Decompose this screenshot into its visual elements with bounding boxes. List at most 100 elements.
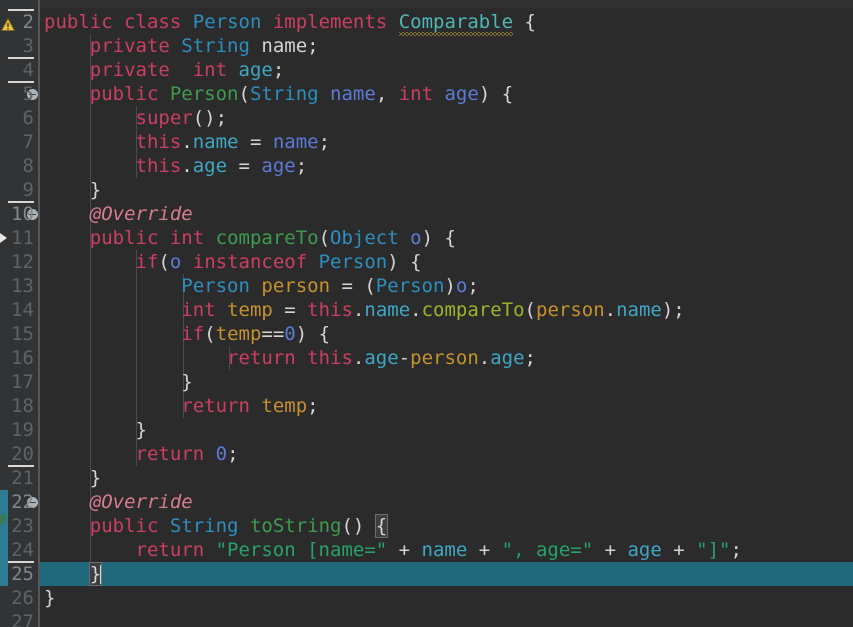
code-line-2[interactable]: public class Person implements Comparabl… <box>40 10 853 34</box>
code-line-23[interactable]: public String toString() { <box>40 514 853 538</box>
code-token: return <box>227 347 296 369</box>
code-token: name <box>192 131 239 153</box>
code-token: + <box>593 539 628 561</box>
code-token: compareTo <box>421 299 525 321</box>
code-line-6[interactable]: super(); <box>40 106 853 130</box>
line-number-25: 25 <box>11 563 34 585</box>
code-line-10[interactable]: @Override <box>40 202 853 226</box>
code-line-27[interactable] <box>40 610 853 627</box>
code-line-24[interactable]: return "Person [name=" + name + ", age="… <box>40 538 853 562</box>
code-token: } <box>44 371 193 393</box>
line-number-7: 7 <box>22 131 34 153</box>
code-token: age <box>238 59 273 81</box>
code-token: ( <box>204 323 216 345</box>
code-token: this <box>307 347 353 369</box>
line-number-27: 27 <box>11 611 34 627</box>
code-line-7[interactable]: this.name = name; <box>40 130 853 154</box>
code-token: toString <box>249 515 342 537</box>
code-token: private <box>89 59 170 81</box>
code-line-19[interactable]: } <box>40 418 853 442</box>
code-token: ( <box>524 299 536 321</box>
code-token: age <box>192 155 228 177</box>
code-editor[interactable]: 2 3 4 5 6 7 8 9 10 11 12 13 14 15 16 17 18 19 20 21 22 23 24 25… <box>0 0 853 627</box>
code-token: } <box>44 419 147 441</box>
line-number-10: 10 <box>11 203 34 225</box>
code-token: - <box>398 347 411 369</box>
code-line-8[interactable]: this.age = age; <box>40 154 853 178</box>
code-token: private <box>89 35 170 57</box>
code-token: ", age=" <box>501 539 594 561</box>
code-token: name <box>272 131 319 153</box>
code-token: Person <box>318 251 388 273</box>
code-token: String <box>181 35 250 57</box>
code-line-11[interactable]: public int compareTo(Object o) { <box>40 226 853 250</box>
code-token: ; <box>524 347 536 369</box>
code-line-13[interactable]: Person person = (Person)o; <box>40 274 853 298</box>
code-token: public <box>89 227 159 249</box>
code-token: ) { <box>387 251 422 273</box>
code-line-26[interactable]: } <box>40 586 853 610</box>
code-line-4[interactable]: private int age; <box>40 58 853 82</box>
code-token: ( <box>238 83 250 105</box>
code-token: public <box>89 515 159 537</box>
code-token: name <box>616 299 662 321</box>
code-token: name <box>421 539 468 561</box>
line-number-20: 20 <box>11 443 34 465</box>
code-token: name <box>261 35 308 57</box>
code-token: == <box>261 323 285 345</box>
line-number-17: 17 <box>11 371 34 393</box>
code-line-17[interactable]: } <box>40 370 853 394</box>
line-number-14: 14 <box>11 299 34 321</box>
code-token: = <box>238 131 273 153</box>
code-token: . <box>410 299 422 321</box>
line-number-16: 16 <box>11 347 34 369</box>
text-caret <box>100 565 103 584</box>
code-token: } <box>44 587 56 609</box>
code-token: Person <box>375 275 445 297</box>
code-token: ) { <box>421 227 456 249</box>
code-line-12[interactable]: if(o instanceof Person) { <box>40 250 853 274</box>
code-token: . <box>352 299 365 321</box>
code-line-21[interactable]: } <box>40 466 853 490</box>
code-token: Person <box>169 83 239 105</box>
code-token: person <box>410 347 479 369</box>
code-token: Person <box>181 275 250 297</box>
code-line-25[interactable]: } <box>40 562 853 586</box>
code-token: age <box>627 539 662 561</box>
line-number-15: 15 <box>11 323 34 345</box>
code-text-area[interactable]: public class Person implements Comparabl… <box>40 0 853 627</box>
code-line-22[interactable]: @Override <box>40 490 853 514</box>
code-line-9[interactable]: } <box>40 178 853 202</box>
line-number-11: 11 <box>11 227 34 249</box>
code-token: instanceof <box>192 251 308 273</box>
code-token: . <box>181 131 193 153</box>
code-line-3[interactable]: private String name; <box>40 34 853 58</box>
line-number-6: 6 <box>22 107 34 129</box>
code-token: Person <box>192 11 262 33</box>
code-token: + <box>661 539 697 561</box>
code-line-14[interactable]: int temp = this.name.compareTo(person.na… <box>40 298 853 322</box>
code-line-15[interactable]: if(temp==0) { <box>40 322 853 346</box>
code-line-5[interactable]: public Person(String name, int age) { <box>40 82 853 106</box>
code-token: this <box>135 131 182 153</box>
code-line-16[interactable]: return this.age-person.age; <box>40 346 853 370</box>
code-line-18[interactable]: return temp; <box>40 394 853 418</box>
code-token: "]" <box>696 539 731 561</box>
line-number-4: 4 <box>22 59 34 81</box>
code-line-20[interactable]: return 0; <box>40 442 853 466</box>
